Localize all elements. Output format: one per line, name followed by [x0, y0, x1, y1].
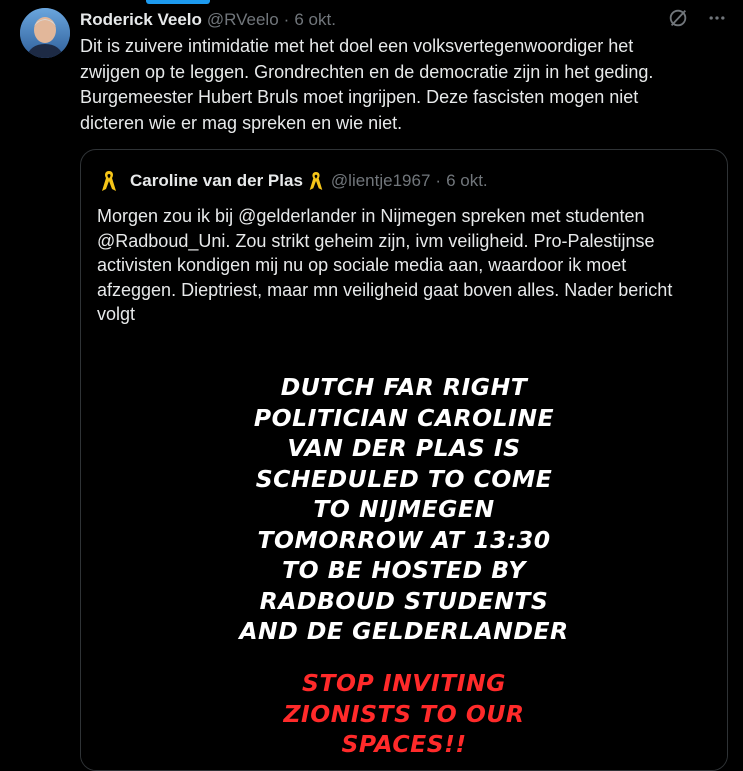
poster-line: RADBOUD STUDENTS — [259, 586, 549, 615]
grok-icon[interactable] — [667, 7, 689, 34]
poster-line: TO BE HOSTED BY — [282, 556, 526, 584]
quote-separator: · — [435, 171, 442, 190]
tweet-header: Roderick Veelo @RVeelo · 6 okt. — [80, 8, 727, 32]
poster-line: TO NIJMEGEN — [313, 495, 495, 523]
separator: · — [283, 10, 290, 29]
timestamp[interactable]: 6 okt. — [294, 10, 336, 30]
author-name[interactable]: Roderick Veelo — [80, 10, 202, 30]
poster-line: SCHEDULED TO COME — [255, 464, 553, 493]
avatar[interactable] — [20, 8, 70, 58]
quote-header: Caroline van der Plas @lientje1967 · 6 o… — [96, 168, 712, 194]
author-handle[interactable]: @RVeelo — [207, 10, 279, 30]
poster-white-text: DUTCH FAR RIGHT POLITICIAN CAROLINE VAN … — [81, 372, 727, 647]
yellow-ribbon-icon — [102, 171, 116, 191]
poster-line: AND DE GELDERLANDER — [239, 617, 569, 645]
poster-red-text: STOP INVITING ZIONISTS TO OUR SPACES!! — [81, 668, 727, 760]
poster-line: ZIONISTS TO OUR — [283, 699, 525, 728]
tweet[interactable]: Roderick Veelo @RVeelo · 6 okt. Dit is z… — [0, 0, 743, 771]
poster-line: POLITICIAN CAROLINE — [253, 403, 555, 432]
quote-avatar[interactable] — [96, 168, 122, 194]
quoted-tweet[interactable]: Caroline van der Plas @lientje1967 · 6 o… — [80, 149, 728, 771]
quote-author-handle[interactable]: @lientje1967 — [331, 171, 431, 191]
tweet-text: Dit is zuivere intimidatie met het doel … — [80, 36, 654, 133]
poster-line: VAN DER PLAS IS — [287, 434, 521, 462]
poster-line: DUTCH FAR RIGHT — [280, 373, 528, 401]
poster-line: SPACES!! — [341, 730, 467, 758]
poster-line: STOP INVITING — [302, 669, 506, 697]
tweet-actions — [667, 8, 727, 32]
yellow-ribbon-icon — [307, 170, 325, 192]
more-icon[interactable] — [707, 8, 727, 33]
quote-author-name[interactable]: Caroline van der Plas — [130, 171, 303, 191]
quote-timestamp[interactable]: 6 okt. — [446, 171, 488, 191]
quote-text: Morgen zou ik bij @gelderlander in Nijme… — [97, 206, 673, 324]
poster-line: TOMORROW AT 13:30 — [257, 525, 551, 554]
